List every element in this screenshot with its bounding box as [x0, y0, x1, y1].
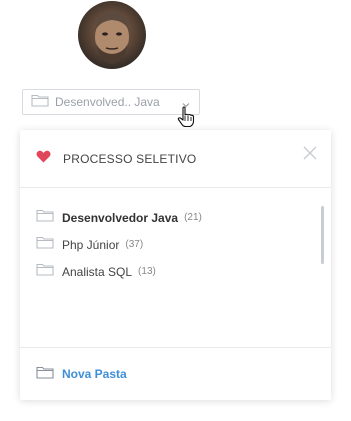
folder-item-desenvolvedor-java[interactable]: Desenvolvedor Java (21): [20, 204, 331, 231]
new-folder-label: Nova Pasta: [62, 367, 127, 381]
hand-cursor-icon: [176, 106, 196, 128]
folder-item-name: Desenvolvedor Java: [62, 210, 179, 225]
panel-title: PROCESSO SELETIVO: [63, 151, 197, 166]
folder-icon: [36, 235, 54, 254]
folder-item-name: Analista SQL: [62, 264, 133, 279]
folder-item-count: (21): [184, 212, 202, 223]
folder-select[interactable]: Desenvolved.. Java: [22, 89, 200, 115]
avatar: [78, 1, 146, 69]
folder-item-name: Php Júnior: [62, 237, 120, 252]
folder-icon: [36, 208, 54, 227]
heart-icon: [36, 150, 51, 168]
folder-list: Desenvolvedor Java (21) Php Júnior (37) …: [20, 188, 331, 348]
close-icon[interactable]: [303, 146, 317, 160]
panel-header: PROCESSO SELETIVO: [20, 130, 331, 188]
folder-item-analista-sql[interactable]: Analista SQL (13): [20, 258, 331, 285]
folder-item-count: (13): [138, 266, 156, 277]
folder-select-value: Desenvolved.. Java: [55, 95, 160, 109]
folder-dropdown-panel: PROCESSO SELETIVO Desenvolvedor Java (21…: [20, 130, 331, 400]
scrollbar[interactable]: [321, 206, 324, 264]
folder-icon: [36, 365, 54, 384]
new-folder-button[interactable]: Nova Pasta: [20, 347, 331, 400]
folder-icon: [36, 262, 54, 281]
folder-icon: [31, 93, 49, 112]
folder-item-count: (37): [125, 239, 144, 250]
folder-item-php-junior[interactable]: Php Júnior (37): [20, 231, 331, 258]
